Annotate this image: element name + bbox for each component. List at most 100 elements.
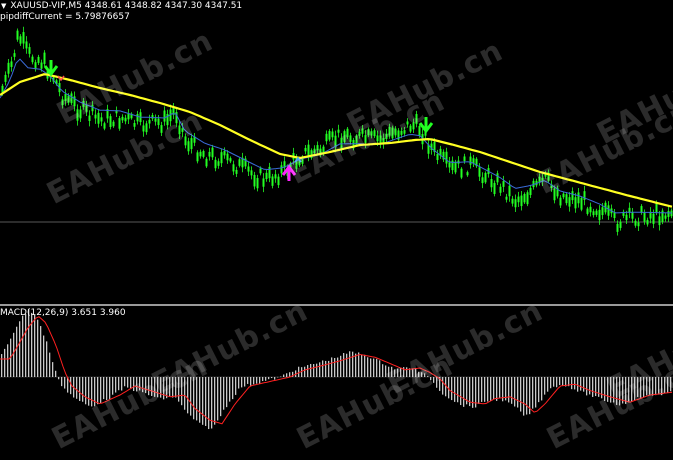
candle: [634, 220, 637, 226]
candle: [559, 197, 562, 206]
macd-histogram-bar: [259, 377, 261, 384]
candle: [22, 32, 25, 44]
candle: [124, 117, 127, 122]
candle: [100, 117, 103, 122]
macd-histogram-bar: [160, 377, 162, 398]
candle: [163, 110, 166, 122]
macd-histogram-bar: [340, 355, 342, 377]
macd-histogram-bar: [88, 377, 90, 406]
candle: [307, 144, 310, 157]
candle: [274, 174, 277, 179]
candle: [664, 215, 667, 219]
macd-histogram-bar: [496, 377, 498, 401]
macd-histogram-bar: [268, 377, 270, 380]
candle: [10, 61, 13, 67]
candle: [217, 161, 220, 166]
macd-histogram-bar: [250, 377, 252, 386]
candle: [637, 222, 640, 227]
candle: [655, 202, 658, 213]
candle: [205, 158, 208, 167]
macd-histogram-bar: [229, 377, 231, 402]
macd-histogram-bar: [640, 377, 642, 398]
macd-histogram-bar: [247, 377, 249, 384]
macd-histogram-bar: [355, 353, 357, 377]
macd-histogram-bar: [343, 353, 345, 377]
macd-histogram-bar: [1, 354, 3, 377]
macd-histogram-bar: [127, 377, 129, 388]
candle: [247, 166, 250, 172]
candle: [646, 219, 649, 225]
macd-histogram-bar: [457, 377, 459, 403]
candle: [601, 207, 604, 216]
candle: [460, 168, 463, 178]
macd-histogram-bar: [352, 351, 354, 377]
macd-histogram-bar: [481, 377, 483, 402]
macd-chart: [0, 309, 673, 430]
macd-histogram-bar: [103, 377, 105, 400]
macd-histogram-bar: [625, 377, 627, 404]
chart-window: ▼ XAUUSD-VIP,M5 4348.61 4348.82 4347.30 4…: [0, 0, 673, 460]
macd-histogram-bar: [577, 377, 579, 392]
candle: [79, 109, 82, 119]
macd-histogram-bar: [586, 377, 588, 396]
macd-histogram-bar: [451, 377, 453, 401]
macd-pane[interactable]: MACD(12,26,9) 3.651 3.960: [0, 306, 673, 460]
macd-histogram-bar: [235, 377, 237, 395]
candle: [223, 150, 226, 156]
macd-histogram-bar: [637, 377, 639, 397]
macd-histogram-bar: [382, 364, 384, 377]
candle: [142, 125, 145, 132]
candle: [652, 213, 655, 224]
macd-histogram-bar: [121, 377, 123, 391]
candle: [385, 133, 388, 139]
macd-histogram-bar: [526, 377, 528, 415]
macd-histogram-bar: [76, 377, 78, 399]
macd-histogram-bar: [283, 374, 285, 377]
candle: [388, 127, 391, 136]
macd-histogram-bar: [253, 377, 255, 385]
macd-histogram-bar: [148, 377, 150, 396]
candle: [271, 176, 274, 186]
candle: [376, 135, 379, 142]
macd-histogram-bar: [418, 371, 420, 377]
macd-histogram-bar: [100, 377, 102, 404]
macd-histogram-bar: [616, 377, 618, 405]
macd-histogram-bar: [658, 377, 660, 395]
macd-histogram-bar: [532, 377, 534, 409]
macd-histogram-bar: [136, 377, 138, 392]
macd-histogram-bar: [664, 377, 666, 394]
macd-histogram-bar: [199, 377, 201, 423]
price-chart-pane[interactable]: ▼ XAUUSD-VIP,M5 4348.61 4348.82 4347.30 4…: [0, 0, 673, 304]
candle: [328, 131, 331, 140]
macd-histogram-bar: [622, 377, 624, 404]
macd-histogram-bar: [19, 321, 21, 377]
macd-histogram-bar: [478, 377, 480, 404]
macd-histogram-bar: [415, 368, 417, 377]
macd-histogram-bar: [655, 377, 657, 396]
macd-histogram-bar: [133, 377, 135, 392]
candle: [280, 165, 283, 174]
macd-histogram-bar: [541, 377, 543, 401]
candle: [121, 116, 124, 121]
candle: [493, 182, 496, 195]
macd-histogram-bar: [385, 365, 387, 377]
macd-histogram-bar: [523, 377, 525, 416]
macd-histogram-bar: [208, 377, 210, 430]
candle: [7, 62, 10, 74]
macd-histogram-bar: [274, 377, 276, 380]
candle: [436, 153, 439, 161]
macd-histogram-bar: [634, 377, 636, 401]
candle: [31, 56, 34, 63]
macd-histogram-bar: [514, 377, 516, 407]
macd-histogram-bar: [55, 370, 57, 377]
macd-histogram-bar: [58, 377, 60, 380]
candle: [349, 135, 352, 142]
candle: [481, 177, 484, 184]
candle: [184, 136, 187, 146]
macd-histogram-bar: [145, 377, 147, 394]
macd-histogram-bar: [436, 377, 438, 388]
macd-histogram-bar: [346, 353, 348, 377]
candle: [220, 152, 223, 164]
candle: [337, 129, 340, 133]
macd-histogram-bar: [220, 377, 222, 417]
